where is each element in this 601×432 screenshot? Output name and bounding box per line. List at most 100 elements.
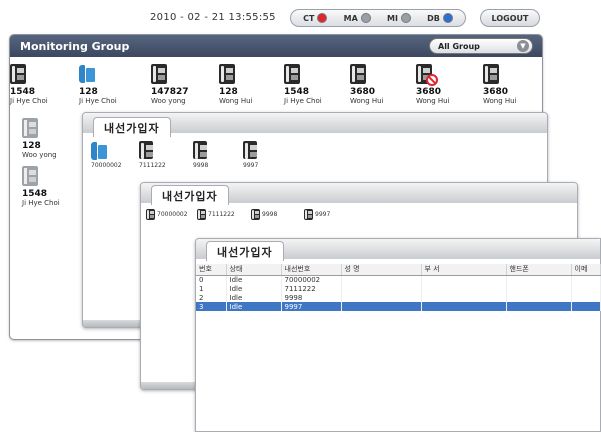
cell-department (421, 284, 507, 293)
extension-number: 70000002 (157, 211, 188, 218)
phone-idle-icon (10, 64, 26, 84)
tab-extension-subscribers[interactable]: 내선가입자 (206, 241, 284, 261)
cell-status: Idle (226, 284, 282, 293)
extension-item[interactable]: 9997 (304, 209, 330, 220)
phone-tile[interactable]: 3680 Wong Hui (350, 64, 406, 106)
phone-number: 128 (79, 87, 98, 97)
phone-number: 1548 (22, 189, 48, 199)
status-db-dot-icon (442, 13, 453, 23)
status-mi[interactable]: MI (387, 13, 411, 23)
phone-tile[interactable]: 3680 Wong Hui (483, 64, 539, 106)
window-header: 내선가입자 (141, 183, 577, 205)
cell-status: Idle (226, 275, 282, 284)
phone-user: Wong Hui (219, 97, 253, 105)
phone-idle-icon (304, 209, 313, 220)
cell-email (571, 302, 601, 311)
cell-extension: 9998 (281, 293, 342, 302)
phone-idle-icon (146, 209, 155, 220)
phone-user: Wong Hui (416, 97, 450, 105)
extension-item[interactable]: 7111222 (139, 141, 166, 169)
cell-department (421, 293, 507, 302)
monitoring-panel-header: Monitoring Group All Group ▼ (10, 35, 542, 57)
logout-button[interactable]: LOGOUT (480, 9, 540, 27)
extension-item[interactable]: 9998 (193, 141, 208, 169)
cell-name (341, 284, 422, 293)
phone-tile[interactable]: 128 Wong Hui (219, 64, 275, 106)
phone-user: Ji Hye Choi (22, 199, 60, 207)
phone-user: Ji Hye Choi (10, 97, 48, 105)
column-header[interactable]: 내선번호 (281, 264, 342, 276)
server-status-bar: CT MA MI DB (290, 9, 466, 27)
monitoring-title: Monitoring Group (20, 39, 130, 53)
phone-offhook-icon (91, 141, 107, 160)
cell-name (341, 275, 422, 284)
table-row[interactable]: 2 Idle 9998 (196, 293, 601, 302)
cell-status: Idle (226, 302, 282, 311)
cell-mobile (506, 284, 572, 293)
extension-item[interactable]: 9998 (251, 209, 277, 220)
status-db-label: DB (427, 13, 440, 23)
phone-offhook-icon (79, 64, 95, 84)
extension-item[interactable]: 70000002 (91, 141, 122, 169)
phone-number: 3680 (416, 87, 442, 97)
phone-tile[interactable]: 3680 Wong Hui (416, 64, 472, 106)
status-db[interactable]: DB (427, 13, 453, 23)
extension-item[interactable]: 70000002 (146, 209, 188, 220)
tab-extension-subscribers[interactable]: 내선가입자 (93, 117, 171, 137)
column-header[interactable]: 성 명 (341, 264, 422, 276)
phone-number: 3680 (350, 87, 376, 97)
phone-number: 147827 (151, 87, 189, 97)
extension-number: 7111222 (139, 162, 166, 169)
column-header[interactable]: 부 서 (421, 264, 507, 276)
phone-tile[interactable]: 128 Woo yong (22, 118, 78, 160)
phone-idle-icon (139, 141, 153, 159)
phone-user: Wong Hui (350, 97, 384, 105)
table-row-selected[interactable]: 3 Idle 9997 (196, 302, 601, 311)
extension-number: 7111222 (208, 211, 235, 218)
phone-user: Wong Hui (483, 97, 517, 105)
status-mi-dot-icon (400, 13, 411, 23)
extension-number: 9997 (243, 162, 259, 169)
cell-name (341, 293, 422, 302)
extension-number: 9998 (193, 162, 209, 169)
status-ma[interactable]: MA (344, 13, 371, 23)
extension-table: 번호 상태 내선번호 성 명 부 서 핸드폰 이메 0 Idle 7000000… (196, 264, 601, 311)
window-header: 내선가입자 (196, 239, 600, 261)
cell-mobile (506, 275, 572, 284)
table-row[interactable]: 1 Idle 7111222 (196, 284, 601, 293)
phone-tile[interactable]: 128 Ji Hye Choi (79, 64, 135, 106)
phone-tile[interactable]: 147827 Woo yong (151, 64, 207, 106)
phone-idle-icon (219, 64, 235, 84)
phone-idle-icon (284, 64, 300, 84)
status-ma-label: MA (343, 13, 358, 23)
phone-number: 128 (22, 141, 41, 151)
phone-number: 128 (219, 87, 238, 97)
phone-number: 1548 (284, 87, 310, 97)
status-mi-label: MI (386, 13, 398, 23)
column-header[interactable]: 이메 (571, 264, 601, 276)
tab-extension-subscribers[interactable]: 내선가입자 (151, 185, 229, 205)
extension-item[interactable]: 7111222 (197, 209, 235, 220)
phone-idle-icon (483, 64, 499, 84)
cell-status: Idle (226, 293, 282, 302)
table-row[interactable]: 0 Idle 70000002 (196, 275, 601, 284)
window-header: 내선가입자 (83, 113, 547, 137)
cell-department (421, 275, 507, 284)
app-root: 2010 - 02 - 21 13:55:55 CT MA MI DB LOGO… (0, 0, 601, 432)
column-header[interactable]: 번호 (196, 264, 227, 276)
phone-tile[interactable]: 1548 Ji Hye Choi (10, 64, 66, 106)
cell-mobile (506, 293, 572, 302)
phone-tile[interactable]: 1548 Ji Hye Choi (22, 166, 78, 208)
cell-index: 2 (196, 293, 227, 302)
column-header[interactable]: 상태 (226, 264, 282, 276)
status-ct-dot-icon (317, 13, 328, 23)
group-select[interactable]: All Group ▼ (429, 38, 533, 54)
phone-tile[interactable]: 1548 Ji Hye Choi (284, 64, 340, 106)
cell-mobile (506, 302, 572, 311)
phone-idle-icon (151, 64, 167, 84)
phone-user: Woo yong (151, 97, 186, 105)
status-ct[interactable]: CT (303, 13, 328, 23)
column-header[interactable]: 핸드폰 (506, 264, 572, 276)
extension-item[interactable]: 9997 (243, 141, 258, 169)
extension-number: 9997 (315, 211, 331, 218)
